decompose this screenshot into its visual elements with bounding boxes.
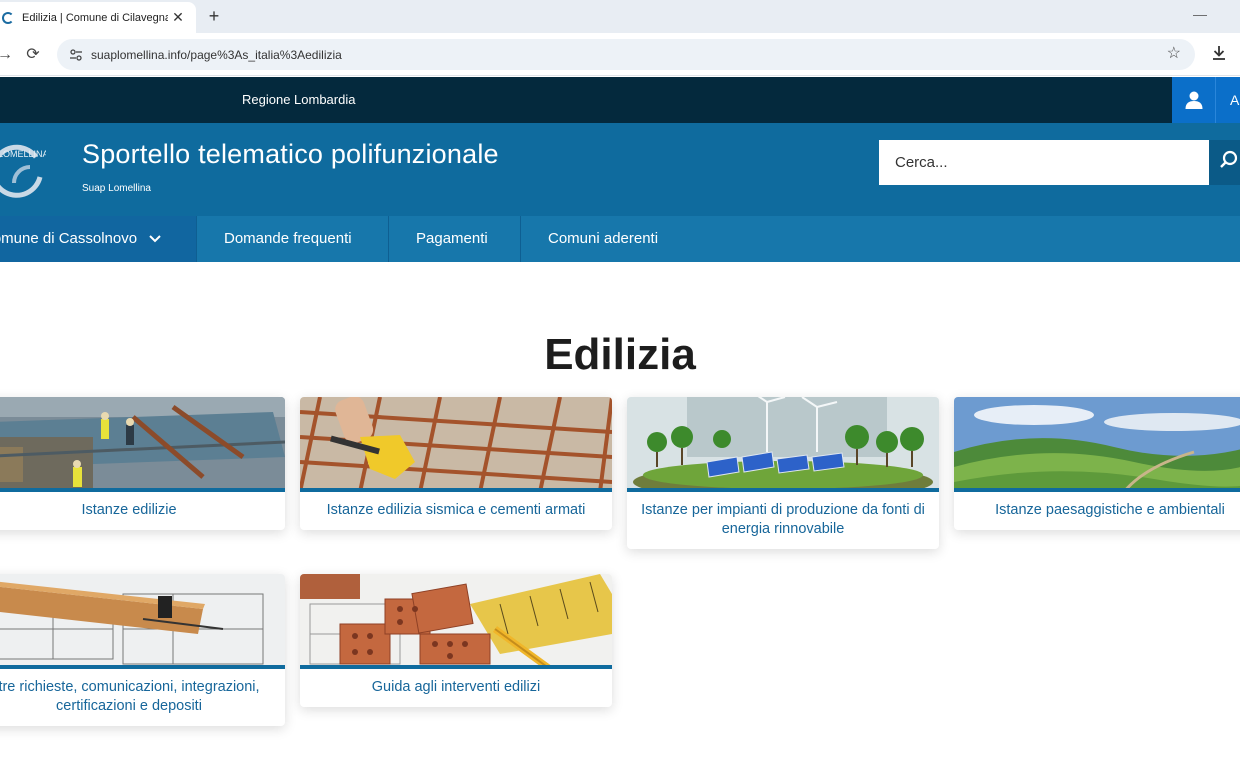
site-header: LOMELLINA Sportello telematico polifunzi…: [0, 123, 1240, 216]
browser-tab[interactable]: Edilizia | Comune di Cilavegna ✕: [0, 2, 196, 33]
browser-tab-bar: Edilizia | Comune di Cilavegna ✕ + —: [0, 0, 1240, 33]
solar-wind-image: [627, 397, 939, 492]
close-tab-icon[interactable]: ✕: [168, 9, 188, 26]
tab-title: Edilizia | Comune di Cilavegna: [22, 11, 168, 24]
nav-item-label: Comune di Cassolnovo: [0, 230, 138, 247]
url-text: suaplomellina.info/page%3As_italia%3Aedi…: [91, 47, 342, 62]
page-title: Edilizia: [544, 330, 696, 379]
bricks-pencil-image: [300, 574, 612, 669]
browser-toolbar: → ⟳ suaplomellina.info/page%3As_italia%3…: [0, 33, 1240, 76]
card-istanze-edilizie[interactable]: Istanze edilizie: [0, 397, 285, 530]
minimize-window-icon[interactable]: —: [1190, 6, 1210, 26]
address-bar[interactable]: suaplomellina.info/page%3As_italia%3Aedi…: [57, 39, 1195, 70]
nav-divider: [520, 216, 521, 262]
logo-text: LOMELLINA: [0, 149, 46, 159]
card-istanze-energia-rinnovabile[interactable]: Istanze per impianti di produzione da fo…: [627, 397, 939, 549]
nav-divider: [388, 216, 389, 262]
site-title[interactable]: Sportello telematico polifunzionale: [82, 139, 499, 170]
forward-arrow-icon[interactable]: →: [0, 44, 16, 66]
card-label: Istanze edilizie: [81, 502, 177, 518]
nav-divider: [196, 216, 197, 262]
card-altre-richieste[interactable]: tre richieste, comunicazioni, integrazio…: [0, 574, 285, 726]
nav-item-comune[interactable]: Comune di Cassolnovo: [0, 216, 196, 262]
site-subtitle: Suap Lomellina: [82, 183, 151, 194]
card-label: Istanze per impianti di produzione da fo…: [641, 502, 925, 537]
bookmark-star-icon[interactable]: ☆: [1167, 43, 1181, 63]
card-label: tre richieste, comunicazioni, integrazio…: [0, 679, 260, 714]
card-guida-interventi[interactable]: Guida agli interventi edilizi: [300, 574, 612, 707]
blueprint-ruler-image: [0, 574, 285, 669]
search-button[interactable]: [1209, 140, 1240, 185]
search-input[interactable]: [879, 140, 1209, 185]
rebar-gloves-image: [300, 397, 612, 492]
login-label: A: [1230, 92, 1240, 108]
green-hills-image: [954, 397, 1240, 492]
lomellina-logo[interactable]: LOMELLINA: [0, 137, 49, 199]
site-settings-icon[interactable]: [67, 46, 85, 64]
main-navigation: Comune di Cassolnovo Domande frequenti P…: [0, 216, 1240, 262]
nav-item-domande-frequenti[interactable]: Domande frequenti: [224, 216, 352, 262]
new-tab-button[interactable]: +: [203, 5, 225, 27]
user-icon: [1172, 77, 1216, 123]
reload-icon[interactable]: ⟳: [22, 44, 44, 66]
card-istanze-paesaggistiche[interactable]: Istanze paesaggistiche e ambientali: [954, 397, 1240, 530]
download-icon[interactable]: [1210, 44, 1230, 64]
institutional-topbar: Regione Lombardia A: [0, 77, 1240, 123]
site-favicon-icon: [2, 11, 14, 24]
card-label: Istanze edilizia sismica e cementi armat…: [326, 502, 586, 518]
login-button[interactable]: A: [1172, 77, 1240, 123]
search-icon: [1219, 150, 1239, 175]
card-istanze-sismica[interactable]: Istanze edilizia sismica e cementi armat…: [300, 397, 612, 530]
region-link[interactable]: Regione Lombardia: [242, 77, 355, 123]
card-label: Istanze paesaggistiche e ambientali: [995, 502, 1225, 518]
nav-item-pagamenti[interactable]: Pagamenti: [416, 216, 488, 262]
construction-site-image: [0, 397, 285, 492]
nav-item-comuni-aderenti[interactable]: Comuni aderenti: [548, 216, 658, 262]
card-label: Guida agli interventi edilizi: [371, 679, 541, 695]
